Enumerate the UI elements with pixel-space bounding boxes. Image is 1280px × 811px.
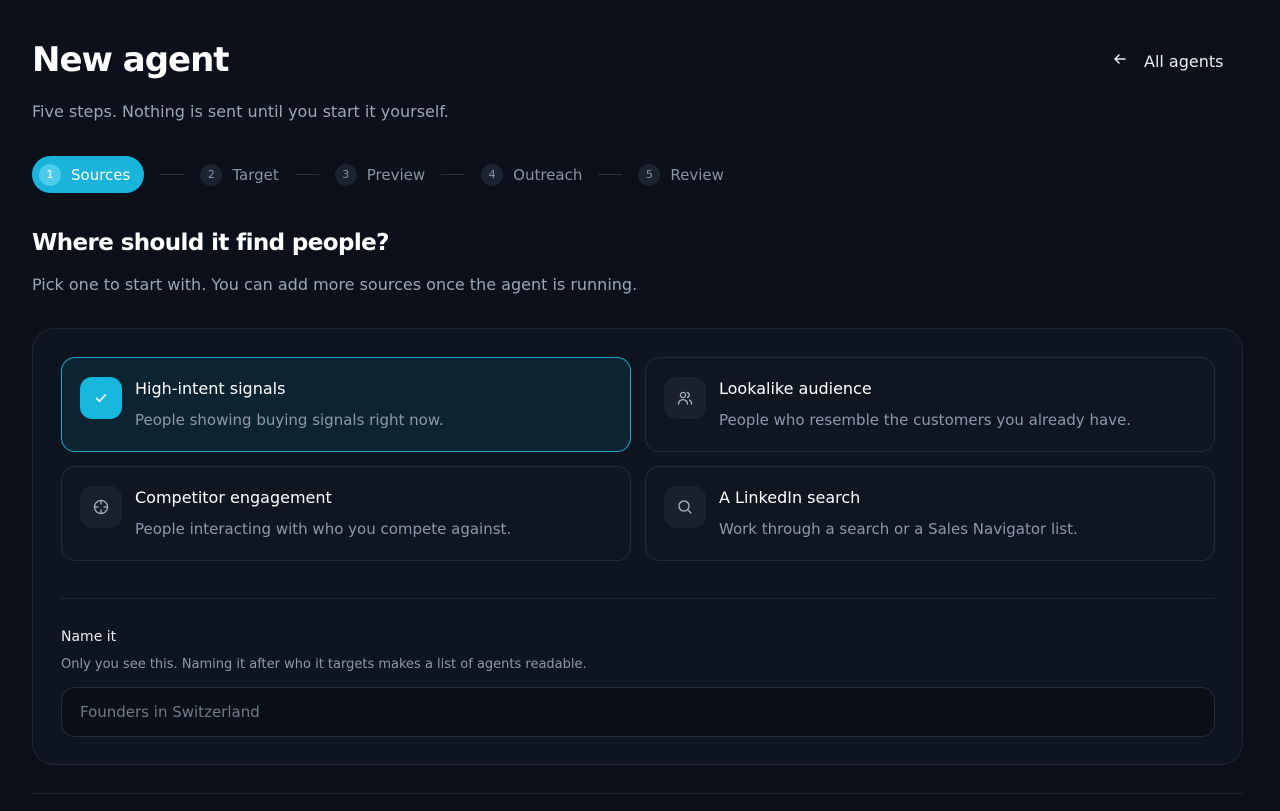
all-agents-link[interactable]: All agents	[1112, 48, 1223, 74]
step-label: Review	[670, 165, 724, 184]
step-label: Target	[232, 165, 279, 184]
step-separator	[441, 174, 466, 175]
step-target[interactable]: 2 Target	[200, 156, 279, 193]
step-label: Preview	[366, 165, 426, 184]
new-agent-page: New agent All agents Five steps. Nothing…	[0, 0, 1280, 811]
option-high-intent-signals[interactable]: High-intent signals People showing buyin…	[61, 357, 631, 452]
name-label: Name it	[61, 629, 117, 645]
page-title: New agent	[32, 40, 230, 80]
step-review[interactable]: 5 Review	[638, 156, 724, 193]
step-number: 3	[334, 163, 357, 186]
option-description: Work through a search or a Sales Navigat…	[719, 520, 1078, 538]
step-number: 1	[39, 163, 61, 186]
option-description: People who resemble the customers you al…	[719, 411, 1132, 429]
step-number: 2	[200, 163, 223, 186]
check-icon	[80, 377, 122, 419]
step-separator	[160, 174, 185, 175]
option-title: A LinkedIn search	[719, 488, 861, 507]
step-number: 4	[481, 163, 504, 186]
name-help-text: Only you see this. Naming it after who i…	[61, 657, 587, 672]
crosshair-icon	[80, 486, 122, 528]
step-outreach[interactable]: 4 Outreach	[481, 156, 582, 193]
option-linkedin-search[interactable]: A LinkedIn search Work through a search …	[645, 466, 1215, 561]
step-label: Outreach	[513, 165, 583, 184]
option-title: Competitor engagement	[135, 488, 332, 507]
option-lookalike-audience[interactable]: Lookalike audience People who resemble t…	[645, 357, 1215, 452]
step-label: Sources	[71, 165, 131, 184]
step-separator	[598, 174, 623, 175]
section-subtitle: Pick one to start with. You can add more…	[32, 275, 638, 294]
section-title: Where should it find people?	[32, 230, 389, 256]
all-agents-label: All agents	[1144, 51, 1224, 71]
option-competitor-engagement[interactable]: Competitor engagement People interacting…	[61, 466, 631, 561]
step-preview[interactable]: 3 Preview	[334, 156, 426, 193]
option-description: People showing buying signals right now.	[135, 411, 444, 429]
option-description: People interacting with who you compete …	[135, 520, 512, 538]
agent-name-input[interactable]	[61, 687, 1215, 737]
step-sources[interactable]: 1 Sources	[32, 156, 145, 193]
divider	[61, 598, 1215, 599]
stepper: 1 Sources 2 Target 3 Preview 4 Outreach …	[32, 156, 724, 193]
source-panel: High-intent signals People showing buyin…	[32, 328, 1243, 765]
search-icon	[664, 486, 706, 528]
option-title: High-intent signals	[135, 379, 286, 398]
option-title: Lookalike audience	[719, 379, 872, 398]
arrow-left-icon	[1112, 51, 1128, 71]
footer-divider	[32, 793, 1243, 794]
page-subtitle: Five steps. Nothing is sent until you st…	[32, 102, 449, 121]
step-number: 5	[638, 163, 661, 186]
users-icon	[664, 377, 706, 419]
step-separator	[294, 174, 319, 175]
